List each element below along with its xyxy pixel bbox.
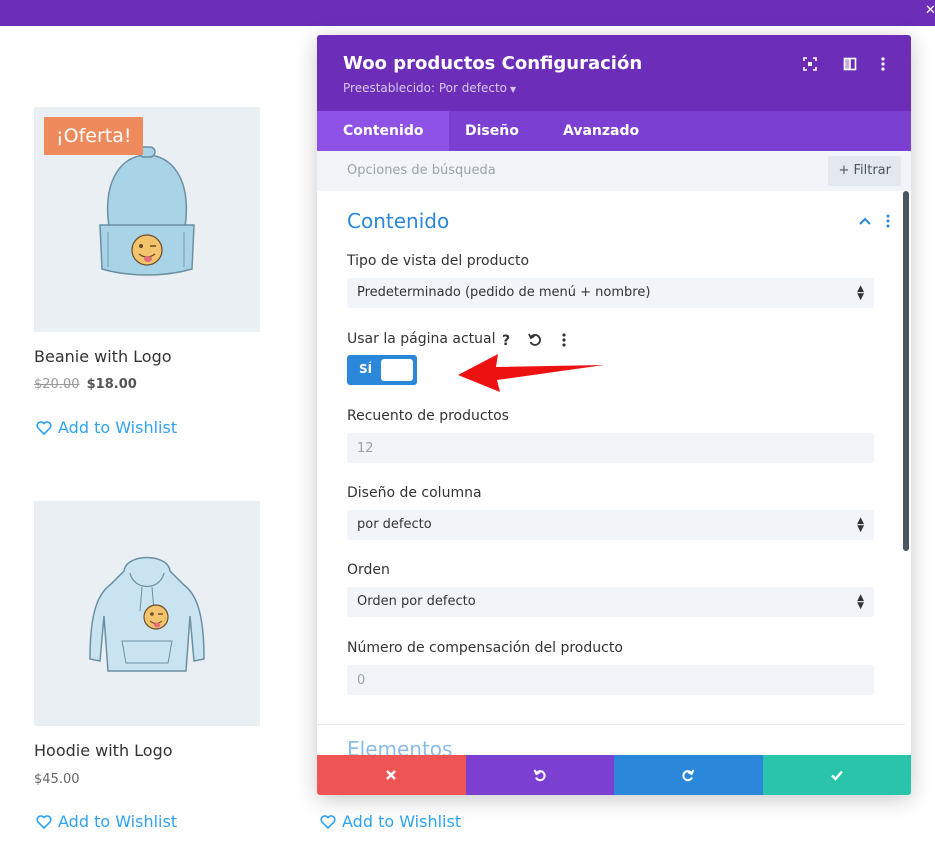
product-card: Hoodie with Logo $45.00 Add to Wishlist	[34, 501, 260, 841]
offset-label: Número de compensación del producto	[347, 640, 623, 656]
old-price: $20.00	[34, 377, 80, 392]
order-label: Orden	[347, 562, 390, 578]
add-to-wishlist-link[interactable]: Add to Wishlist	[36, 812, 177, 831]
close-icon[interactable]: ✕	[925, 3, 935, 19]
caret-down-icon: ▼	[510, 85, 517, 94]
check-icon	[830, 770, 843, 781]
undo-button[interactable]	[465, 755, 614, 795]
preset-selector[interactable]: Preestablecido: Por defecto ▼	[343, 81, 516, 95]
toggle-knob	[381, 359, 413, 381]
more-vertical-icon[interactable]	[883, 213, 893, 229]
redo-icon	[682, 769, 695, 782]
product-name[interactable]: Beanie with Logo	[34, 347, 172, 366]
scrollbar[interactable]	[903, 191, 909, 551]
add-to-wishlist-link[interactable]: Add to Wishlist	[320, 812, 461, 831]
select-value: por defecto	[357, 517, 432, 532]
redo-button[interactable]	[614, 755, 763, 795]
section-title-elementos[interactable]: Elementos	[347, 737, 452, 755]
product-image[interactable]	[34, 501, 260, 726]
top-bar: ✕	[0, 0, 935, 26]
product-count-input[interactable]: 12	[347, 433, 874, 463]
modal-tabs: Contenido Diseño Avanzado	[317, 111, 911, 151]
reset-icon[interactable]	[526, 331, 544, 349]
sale-price: $18.00	[86, 377, 137, 392]
select-arrows-icon: ▲ ▼	[857, 284, 864, 302]
help-icon[interactable]: ?	[497, 331, 515, 349]
close-icon	[386, 770, 397, 780]
modal-body: Contenido Tipo de vista del producto Pre…	[317, 191, 911, 755]
more-vertical-icon[interactable]	[555, 331, 573, 349]
tab-avanzado[interactable]: Avanzado	[537, 111, 665, 151]
preset-label: Preestablecido: Por defecto	[343, 81, 508, 95]
product-price: $45.00	[34, 772, 80, 787]
input-value: 12	[357, 441, 374, 456]
hoodie-image	[89, 556, 205, 672]
split-view-icon[interactable]	[841, 55, 859, 73]
wishlist-label: Add to Wishlist	[58, 418, 178, 437]
toggle-label: SÍ	[359, 362, 373, 376]
undo-icon	[533, 769, 546, 782]
product-name[interactable]: Hoodie with Logo	[34, 741, 173, 760]
search-bar: Opciones de búsqueda + Filtrar	[317, 151, 911, 191]
select-arrows-icon: ▲ ▼	[857, 516, 864, 534]
use-current-page-label: Usar la página actual	[347, 331, 496, 347]
input-value: 0	[357, 673, 366, 688]
select-arrows-icon: ▲ ▼	[857, 593, 864, 611]
column-layout-label: Diseño de columna	[347, 485, 482, 501]
divider	[317, 724, 905, 725]
section-title[interactable]: Contenido	[347, 209, 449, 233]
search-input[interactable]: Opciones de búsqueda	[347, 163, 496, 178]
order-select[interactable]: Orden por defecto ▲ ▼	[347, 587, 874, 617]
heart-icon	[320, 814, 336, 829]
select-value: Predeterminado (pedido de menú + nombre)	[357, 285, 651, 300]
wishlist-label: Add to Wishlist	[58, 812, 178, 831]
use-current-page-toggle[interactable]: SÍ	[347, 355, 417, 385]
tab-diseno[interactable]: Diseño	[439, 111, 545, 151]
filter-button[interactable]: + Filtrar	[828, 156, 901, 186]
add-to-wishlist-link[interactable]: Add to Wishlist	[36, 418, 177, 437]
annotation-arrow-icon	[458, 354, 604, 392]
product-image[interactable]: ¡Oferta!	[34, 107, 260, 332]
offset-input[interactable]: 0	[347, 665, 874, 695]
modal-title: Woo productos Configuración	[343, 53, 643, 74]
tab-contenido[interactable]: Contenido	[317, 111, 450, 151]
chevron-up-icon[interactable]	[857, 213, 873, 229]
view-type-select[interactable]: Predeterminado (pedido de menú + nombre)…	[347, 278, 874, 308]
modal-footer	[317, 755, 911, 795]
product-count-label: Recuento de productos	[347, 408, 509, 424]
settings-modal: Woo productos Configuración Preestableci…	[317, 35, 911, 795]
product-card: ¡Oferta! Beanie with Logo $20.00 $18.00 …	[34, 107, 260, 447]
more-vertical-icon[interactable]	[874, 55, 892, 73]
modal-header[interactable]: Woo productos Configuración Preestableci…	[317, 35, 911, 111]
product-price: $20.00 $18.00	[34, 377, 137, 392]
save-button[interactable]	[762, 755, 911, 795]
focus-icon[interactable]	[801, 55, 819, 73]
select-value: Orden por defecto	[357, 594, 476, 609]
heart-icon	[36, 814, 52, 829]
svg-text:?: ?	[502, 333, 510, 349]
wishlist-label: Add to Wishlist	[342, 812, 462, 831]
column-layout-select[interactable]: por defecto ▲ ▼	[347, 510, 874, 540]
view-type-label: Tipo de vista del producto	[347, 253, 530, 269]
heart-icon	[36, 420, 52, 435]
cancel-button[interactable]	[317, 755, 466, 795]
sale-badge: ¡Oferta!	[44, 117, 144, 155]
